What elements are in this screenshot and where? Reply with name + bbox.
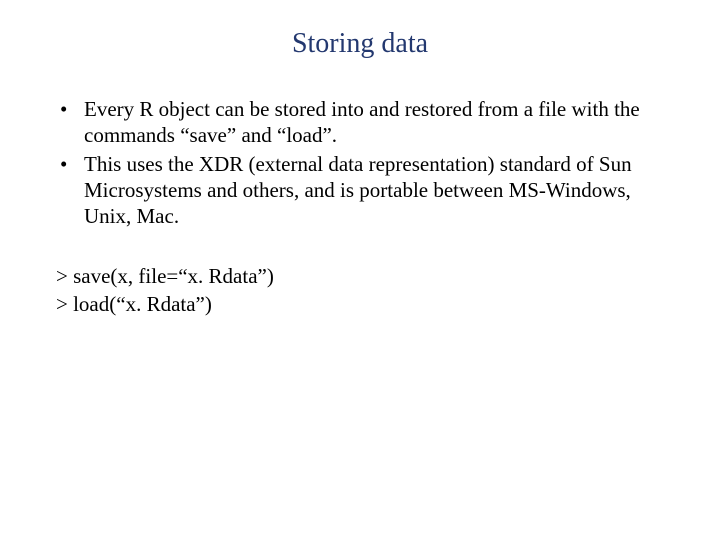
bullet-list: Every R object can be stored into and re… <box>56 96 664 229</box>
slide-title: Storing data <box>56 28 664 60</box>
code-line: > save(x, file=“x. Rdata”) <box>56 263 664 290</box>
code-line: > load(“x. Rdata”) <box>56 291 664 318</box>
code-block: > save(x, file=“x. Rdata”) > load(“x. Rd… <box>56 263 664 318</box>
list-item: Every R object can be stored into and re… <box>56 96 664 149</box>
list-item: This uses the XDR (external data represe… <box>56 151 664 230</box>
